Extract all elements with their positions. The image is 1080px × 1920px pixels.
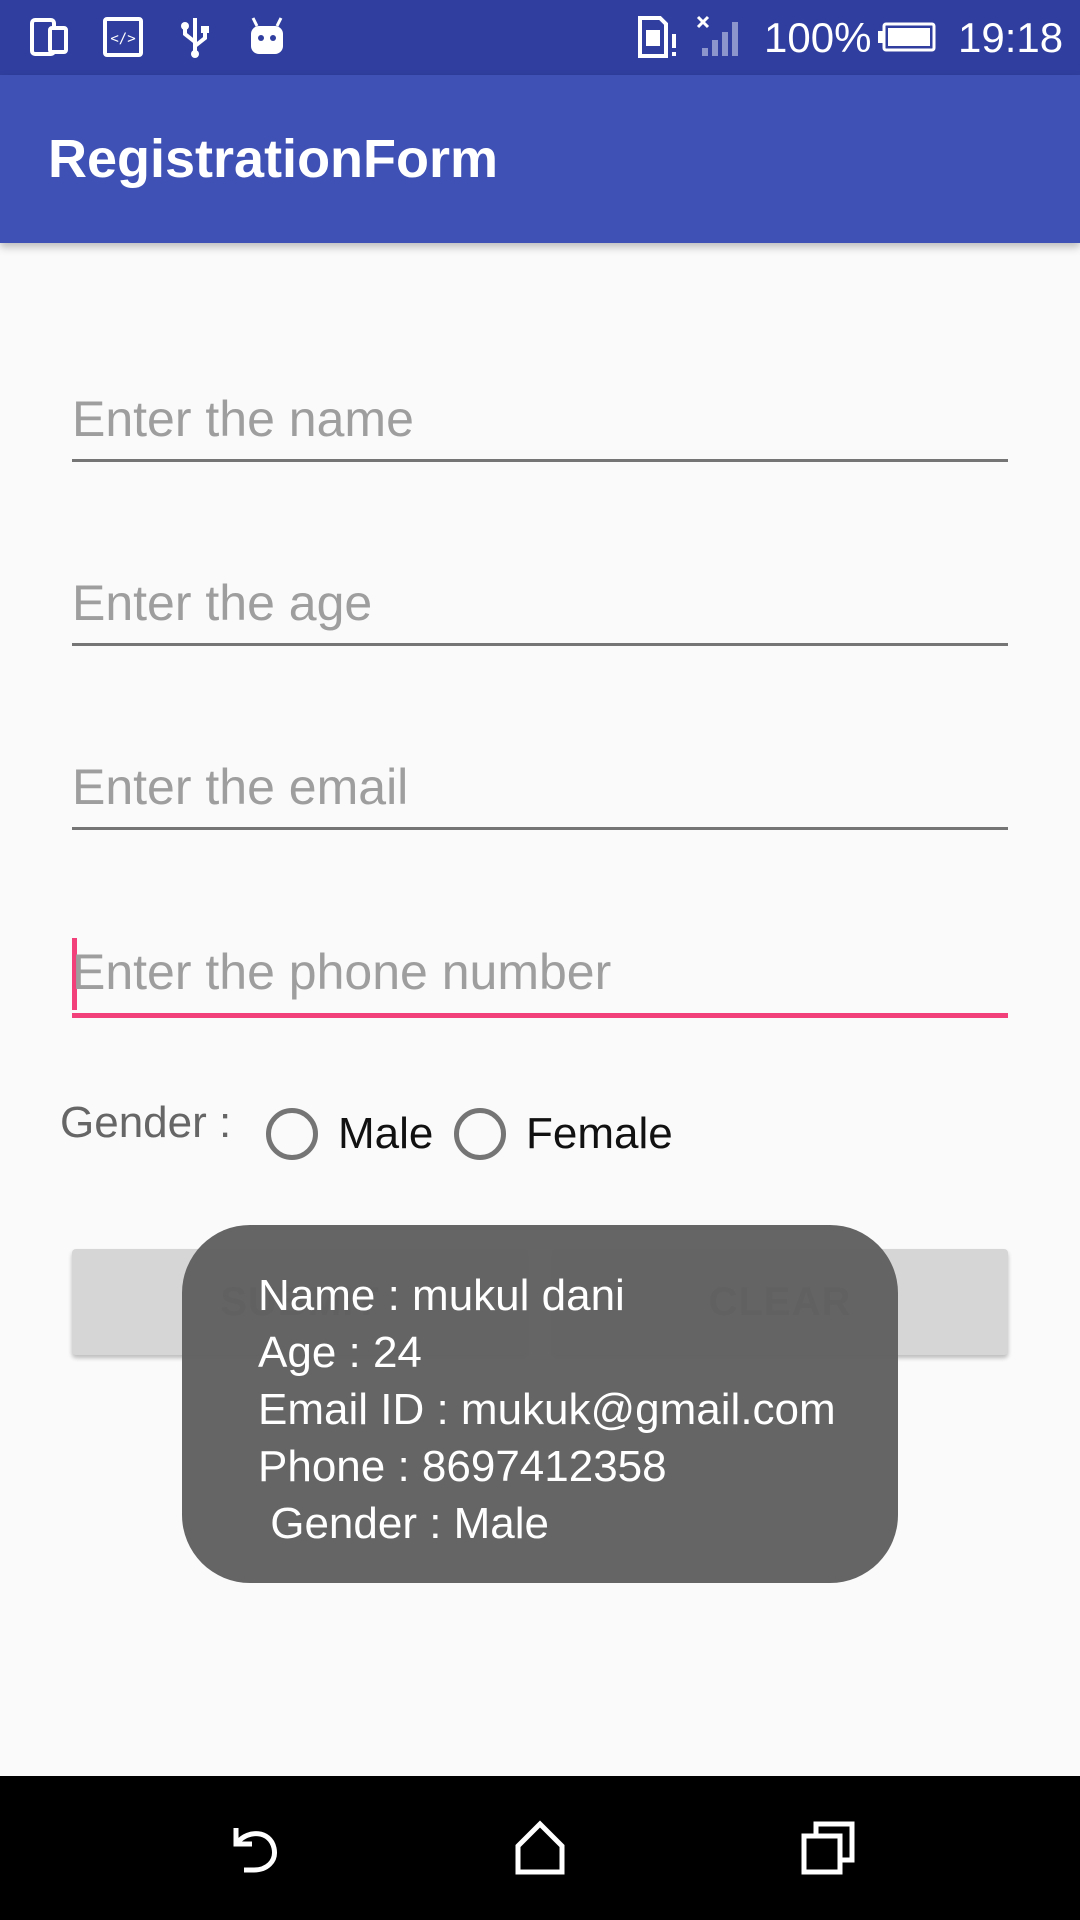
phone-screen-icon <box>26 14 72 60</box>
radio-male-circle[interactable] <box>266 1108 318 1160</box>
back-icon[interactable] <box>214 1808 294 1888</box>
home-icon[interactable] <box>500 1808 580 1888</box>
age-input[interactable] <box>72 562 1008 643</box>
gender-label: Gender : <box>60 1098 232 1147</box>
battery-icon <box>876 14 938 60</box>
sim-alert-icon <box>634 14 680 60</box>
radio-male[interactable]: Male <box>266 1102 433 1166</box>
radio-male-label[interactable]: Male <box>338 1109 433 1159</box>
email-field[interactable] <box>72 746 1008 830</box>
name-input[interactable] <box>72 378 1008 459</box>
phone-input[interactable] <box>72 930 1008 1013</box>
name-field[interactable] <box>72 378 1008 462</box>
toast-gender-line: Gender : Male <box>258 1499 550 1548</box>
status-bar: </> 100% 19:18 <box>0 0 1080 75</box>
toast-phone-line: Phone : 8697412358 <box>258 1442 667 1491</box>
toast-email-line: Email ID : mukuk@gmail.com <box>258 1385 836 1434</box>
no-signal-icon <box>696 14 742 60</box>
navigation-bar <box>0 1776 1080 1920</box>
battery-percent: 100% <box>764 14 872 61</box>
toast-message: Name : mukul dani Age : 24 Email ID : mu… <box>182 1225 898 1583</box>
status-time: 19:18 <box>958 14 1064 61</box>
radio-female-label[interactable]: Female <box>526 1109 673 1159</box>
registration-screen: </> 100% 19:18 RegistrationForm Enter th… <box>0 0 1080 1920</box>
developer-code-icon: </> <box>100 14 146 60</box>
email-input[interactable] <box>72 746 1008 827</box>
usb-icon <box>172 14 218 60</box>
toast-name-line: Name : mukul dani <box>258 1271 625 1320</box>
android-debug-icon <box>244 14 290 60</box>
app-title: RegistrationForm <box>48 129 499 189</box>
toast-age-line: Age : 24 <box>258 1328 422 1377</box>
phone-field[interactable] <box>72 930 1008 1018</box>
app-bar: RegistrationForm <box>0 75 1080 243</box>
age-field[interactable] <box>72 562 1008 646</box>
radio-female-circle[interactable] <box>454 1108 506 1160</box>
svg-text:</>: </> <box>110 31 135 47</box>
recents-icon[interactable] <box>788 1808 868 1888</box>
radio-female[interactable]: Female <box>454 1102 673 1166</box>
